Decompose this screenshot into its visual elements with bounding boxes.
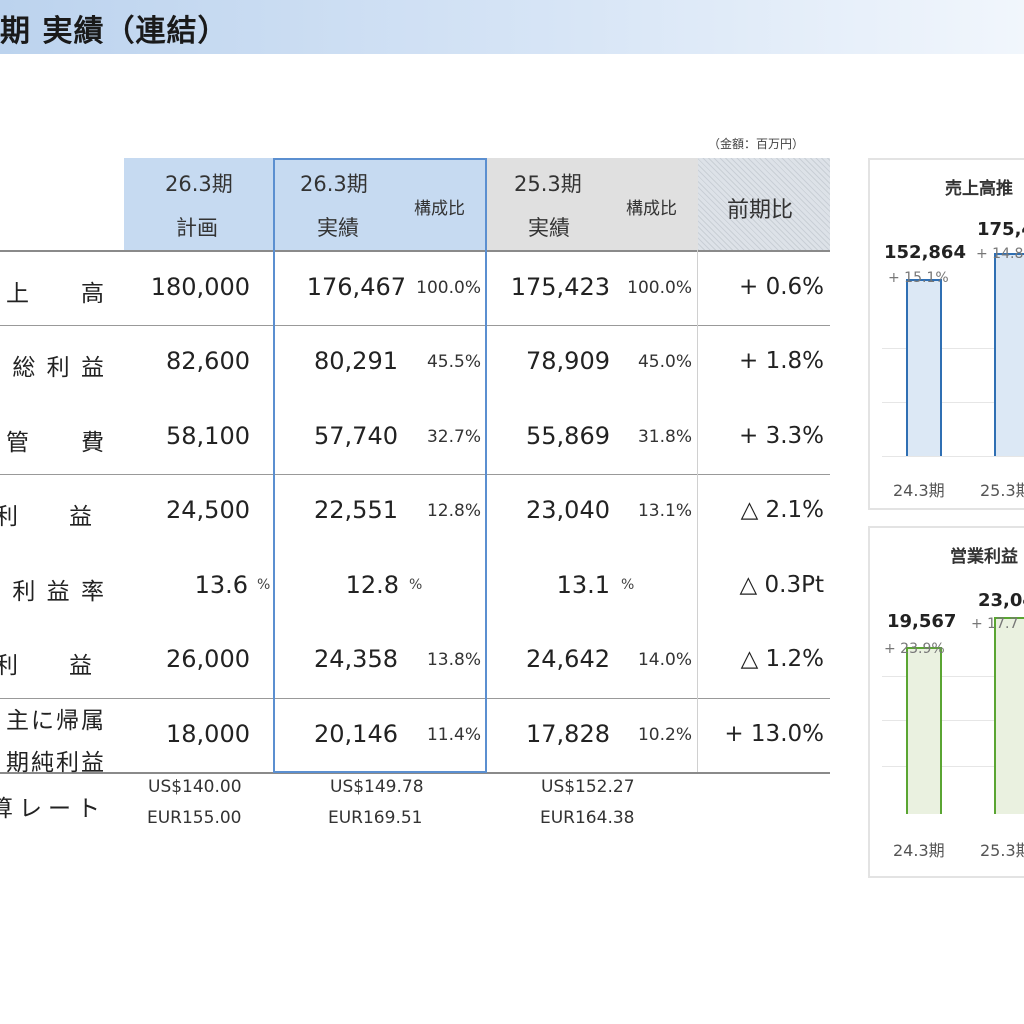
actual-ratio-ordinary-profit: 13.8% [426,650,481,670]
plan-operating-profit: 24,500 [166,496,250,524]
operating-profit-title: 営業利益 [950,547,1018,567]
actual-gross-profit: 80,291 [314,347,398,375]
yoy-sga: + 3.3% [738,423,824,449]
yoy-operating-profit: △ 2.1% [740,497,824,523]
prev-rate-eur: EUR164.38 [540,808,635,828]
plan-sga: 58,100 [166,422,250,450]
plan-sub-header: 計画 [176,216,218,240]
prev-sga: 55,869 [526,422,610,450]
row-label-sga: 管 費 [6,430,106,456]
yoy-header: 前期比 [727,198,794,223]
prev-rate-usd: US$152.27 [541,777,635,797]
sales-value-24: 152,864 [884,242,966,263]
actual-column-highlight [273,158,487,773]
grid-line [882,456,1024,457]
op-profit-bar-24 [906,647,942,814]
plan-rate-usd: US$140.00 [148,777,242,797]
row-label-net-sales: 上 高 [6,281,106,307]
page-title: 期 実績（連結） [0,14,229,49]
sales-trend-card: 売上高推 152,864 + 15.1% 175,4 + 14.8 24.3期 … [868,158,1024,510]
row-label-operating-margin: 利 益 率 [12,579,106,605]
plan-gross-profit: 82,600 [166,347,250,375]
op-profit-value-25: 23,04 [978,590,1024,611]
title-bar: 期 実績（連結） [0,0,1024,54]
prev-ratio-ordinary-profit: 14.0% [637,650,692,670]
row-label-ordinary-profit: 利 益 [0,653,106,679]
prev-ratio-net-income: 10.2% [637,725,692,745]
plan-period-header: 26.3期 [165,172,233,196]
prev-ratio-operating-profit: 13.1% [637,501,692,521]
actual-ordinary-profit: 24,358 [314,645,398,673]
plan-ordinary-profit: 26,000 [166,645,250,673]
actual-rate-usd: US$149.78 [330,777,424,797]
op-profit-growth-24: + 23.9% [884,641,945,657]
sales-bar-24 [906,279,942,456]
row-label-operating-profit: 利 益 [0,504,106,530]
sales-growth-25: + 14.8 [976,246,1024,262]
op-profit-x-label-24: 24.3期 [893,841,945,860]
sales-x-label-24: 24.3期 [893,481,945,500]
yoy-divider [697,250,698,772]
actual-ratio-gross-profit: 45.5% [426,352,481,372]
actual-rate-eur: EUR169.51 [328,808,423,828]
yoy-net-income: + 13.0% [724,721,824,747]
actual-operating-margin: 12.8 [345,571,399,599]
prev-ratio-gross-profit: 45.0% [637,352,692,372]
plan-margin-unit: % [257,577,271,593]
prev-net-sales: 175,423 [510,273,610,301]
row-label-net-income-line1: 主に帰属 [6,708,106,734]
prev-period-header: 25.3期 [514,172,582,196]
actual-ratio-net-income: 11.4% [426,725,481,745]
op-profit-value-24: 19,567 [887,611,957,632]
prev-net-income: 17,828 [526,720,610,748]
prev-operating-margin: 13.1 [556,571,610,599]
prev-ratio-net-sales: 100.0% [627,278,692,298]
actual-operating-profit: 22,551 [314,496,398,524]
prev-ordinary-profit: 24,642 [526,645,610,673]
op-profit-x-label-25: 25.3期 [980,841,1024,860]
plan-net-income: 18,000 [166,720,250,748]
row-label-exchange-rate: 算レート [0,796,106,822]
sales-x-label-25: 25.3期 [980,481,1024,500]
prev-gross-profit: 78,909 [526,347,610,375]
prev-ratio-sga: 31.8% [637,427,692,447]
sales-bar-25 [994,253,1024,456]
yoy-operating-margin: △ 0.3Pt [739,572,824,598]
plan-rate-eur: EUR155.00 [147,808,242,828]
sales-growth-24: + 15.1% [888,270,949,286]
op-profit-growth-25: + 17.7 [971,616,1019,632]
unit-note: （金額：百万円） [708,137,805,151]
prev-ratio-header: 構成比 [626,199,677,219]
prev-margin-unit: % [621,577,635,593]
actual-net-income: 20,146 [314,720,398,748]
yoy-gross-profit: + 1.8% [738,348,824,374]
plan-net-sales: 180,000 [150,273,250,301]
row-label-net-income-line2: 期純利益 [6,750,106,776]
actual-sga: 57,740 [314,422,398,450]
op-profit-bar-25 [994,617,1024,814]
actual-ratio-net-sales: 100.0% [416,278,481,298]
operating-profit-card: 営業利益 19,567 + 23.9% 23,04 + 17.7 24.3期 2… [868,526,1024,878]
plan-operating-margin: 13.6 [194,571,248,599]
actual-ratio-sga: 32.7% [426,427,481,447]
sales-trend-title: 売上高推 [945,179,1013,199]
actual-ratio-operating-profit: 12.8% [426,501,481,521]
yoy-net-sales: + 0.6% [738,274,824,300]
prev-operating-profit: 23,040 [526,496,610,524]
yoy-ordinary-profit: △ 1.2% [740,646,824,672]
actual-net-sales: 176,467 [306,273,406,301]
prev-sub-header: 実績 [528,216,570,240]
row-label-gross-profit: 総 利 益 [12,355,106,381]
actual-margin-unit: % [409,577,423,593]
sales-value-25: 175,4 [977,219,1024,240]
